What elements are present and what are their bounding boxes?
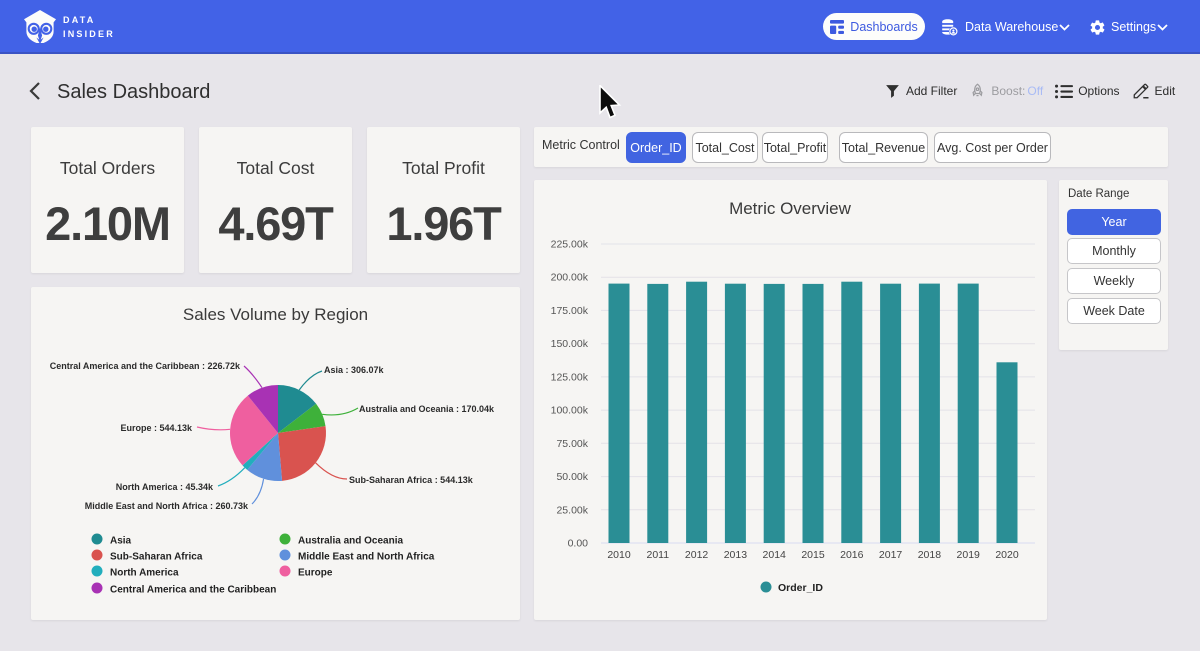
- svg-text:225.00k: 225.00k: [551, 239, 589, 251]
- svg-text:2010: 2010: [607, 549, 631, 561]
- svg-text:Asia : 306.07k: Asia : 306.07k: [324, 365, 385, 375]
- svg-text:Asia: Asia: [110, 536, 132, 547]
- svg-text:Europe : 544.13k: Europe : 544.13k: [120, 423, 193, 433]
- svg-text:150.00k: 150.00k: [551, 338, 589, 350]
- svg-text:25.00k: 25.00k: [556, 504, 588, 516]
- svg-text:Sub-Saharan Africa : 544.13k: Sub-Saharan Africa : 544.13k: [349, 475, 474, 485]
- svg-text:75.00k: 75.00k: [556, 438, 588, 450]
- svg-text:Metric Overview: Metric Overview: [729, 199, 852, 218]
- svg-text:Middle East and North Africa :: Middle East and North Africa : 260.73k: [85, 501, 249, 511]
- svg-text:0.00: 0.00: [568, 538, 589, 550]
- svg-text:Central America and the Caribb: Central America and the Caribbean: [110, 585, 276, 596]
- svg-text:2012: 2012: [685, 549, 709, 561]
- svg-text:2018: 2018: [918, 549, 942, 561]
- svg-text:2020: 2020: [995, 549, 1019, 561]
- svg-text:2014: 2014: [763, 549, 787, 561]
- svg-text:200.00k: 200.00k: [551, 272, 589, 284]
- svg-text:Central America and the Caribb: Central America and the Caribbean : 226.…: [50, 361, 241, 371]
- svg-text:175.00k: 175.00k: [551, 305, 589, 317]
- svg-text:Order_ID: Order_ID: [778, 582, 823, 594]
- svg-text:100.00k: 100.00k: [551, 405, 589, 417]
- svg-text:2019: 2019: [957, 549, 981, 561]
- svg-text:2015: 2015: [801, 549, 825, 561]
- svg-text:Australia and Oceania : 170.04: Australia and Oceania : 170.04k: [359, 404, 495, 414]
- svg-text:Sub-Saharan Africa: Sub-Saharan Africa: [110, 552, 203, 563]
- svg-text:2016: 2016: [840, 549, 864, 561]
- svg-text:Europe: Europe: [298, 568, 333, 579]
- svg-text:125.00k: 125.00k: [551, 371, 589, 383]
- svg-text:North America: North America: [110, 568, 179, 579]
- svg-text:2013: 2013: [724, 549, 748, 561]
- svg-text:2011: 2011: [647, 549, 670, 561]
- svg-text:Middle East and North Africa: Middle East and North Africa: [298, 552, 435, 563]
- svg-text:50.00k: 50.00k: [556, 471, 588, 483]
- svg-text:2017: 2017: [879, 549, 903, 561]
- svg-text:Australia and Oceania: Australia and Oceania: [298, 536, 403, 547]
- svg-text:North America : 45.34k: North America : 45.34k: [116, 482, 214, 492]
